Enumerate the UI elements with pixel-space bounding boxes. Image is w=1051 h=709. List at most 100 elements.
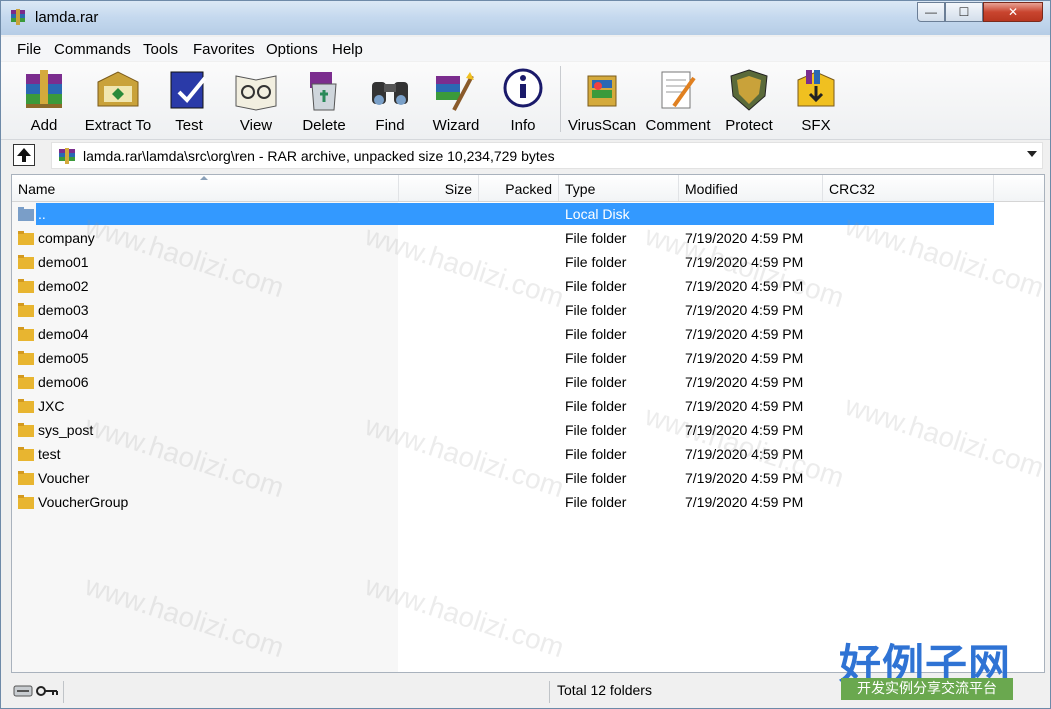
row-modified: 7/19/2020 4:59 PM [685, 302, 804, 318]
up-arrow-icon [17, 148, 31, 162]
menu-options[interactable]: Options [264, 41, 320, 58]
find-label: Find [375, 117, 405, 134]
delete-icon [310, 72, 337, 111]
protect-icon [730, 69, 768, 111]
table-row[interactable]: demo03 File folder 7/19/2020 4:59 PM [12, 298, 1044, 322]
status-separator [549, 681, 550, 703]
view-button[interactable]: View [225, 64, 287, 136]
toolbar: Add Extract To Test View Delete Find Wiz… [1, 62, 1050, 140]
table-row[interactable]: demo04 File folder 7/19/2020 4:59 PM [12, 322, 1044, 346]
sfx-label: SFX [801, 117, 831, 134]
wizard-icon [436, 72, 474, 111]
column-size[interactable]: Size [399, 175, 479, 201]
table-row[interactable]: demo01 File folder 7/19/2020 4:59 PM [12, 250, 1044, 274]
delete-button[interactable]: Delete [293, 64, 355, 136]
folder-icon [18, 255, 34, 269]
row-modified: 7/19/2020 4:59 PM [685, 494, 804, 510]
folder-icon [18, 471, 34, 485]
table-row[interactable]: demo06 File folder 7/19/2020 4:59 PM [12, 370, 1044, 394]
column-crc32-label: CRC32 [829, 181, 875, 197]
test-icon [170, 71, 207, 109]
table-row[interactable]: JXC File folder 7/19/2020 4:59 PM [12, 394, 1044, 418]
sfx-button[interactable]: SFX [787, 64, 845, 136]
test-button[interactable]: Test [161, 64, 217, 136]
virusscan-button[interactable]: VirusScan [567, 64, 637, 136]
row-type: File folder [565, 374, 627, 390]
menu-favorites[interactable]: Favorites [191, 41, 257, 58]
row-name: test [38, 446, 61, 462]
rar-archive-icon [59, 148, 75, 164]
folder-icon [18, 495, 34, 509]
row-name: demo03 [38, 302, 89, 318]
sfx-icon [797, 70, 835, 107]
menu-help[interactable]: Help [330, 41, 365, 58]
table-row[interactable]: VoucherGroup File folder 7/19/2020 4:59 … [12, 490, 1044, 514]
comment-label: Comment [645, 117, 711, 134]
info-button[interactable]: Info [495, 64, 551, 136]
menu-commands[interactable]: Commands [52, 41, 133, 58]
column-packed-label: Packed [505, 181, 552, 197]
row-name: Voucher [38, 470, 90, 486]
row-name: demo01 [38, 254, 89, 270]
row-modified: 7/19/2020 4:59 PM [685, 230, 804, 246]
menu-bar: File Commands Tools Favorites Options He… [1, 37, 1050, 61]
chevron-down-icon[interactable] [1027, 151, 1037, 157]
comment-icon [661, 71, 696, 109]
address-field[interactable]: lamda.rar\lamda\src\org\ren - RAR archiv… [51, 142, 1043, 169]
row-type: File folder [565, 302, 627, 318]
row-modified: 7/19/2020 4:59 PM [685, 374, 804, 390]
row-type: File folder [565, 446, 627, 462]
find-button[interactable]: Find [361, 64, 419, 136]
menu-tools[interactable]: Tools [141, 41, 180, 58]
row-modified: 7/19/2020 4:59 PM [685, 422, 804, 438]
menu-file[interactable]: File [15, 41, 43, 58]
protect-label: Protect [725, 117, 773, 134]
test-label: Test [175, 117, 203, 134]
winrar-app-icon [11, 9, 25, 25]
add-button[interactable]: Add [11, 64, 77, 136]
minimize-button[interactable]: — [917, 2, 945, 22]
wizard-label: Wizard [432, 117, 480, 134]
row-name: .. [38, 206, 46, 222]
parent-folder-icon [18, 207, 34, 221]
file-list[interactable]: Name Size Packed Type Modified CRC32 .. … [11, 174, 1045, 673]
extract-to-button[interactable]: Extract To [81, 64, 155, 136]
table-row[interactable]: demo05 File folder 7/19/2020 4:59 PM [12, 346, 1044, 370]
add-label: Add [30, 117, 58, 134]
row-type: File folder [565, 326, 627, 342]
comment-button[interactable]: Comment [641, 64, 715, 136]
folder-icon [18, 423, 34, 437]
row-modified: 7/19/2020 4:59 PM [685, 446, 804, 462]
virusscan-icon [587, 75, 617, 107]
folder-icon [18, 231, 34, 245]
maximize-button[interactable]: ☐ [945, 2, 983, 22]
column-crc32[interactable]: CRC32 [823, 175, 994, 201]
column-packed[interactable]: Packed [479, 175, 559, 201]
row-type: File folder [565, 230, 627, 246]
folder-icon [18, 351, 34, 365]
row-name: JXC [38, 398, 65, 414]
wizard-button[interactable]: Wizard [425, 64, 487, 136]
file-rows: .. Local Disk company File folder 7/19/2… [12, 202, 1044, 514]
column-type[interactable]: Type [559, 175, 679, 201]
row-type: File folder [565, 422, 627, 438]
column-modified[interactable]: Modified [679, 175, 823, 201]
close-button[interactable]: ✕ [983, 2, 1043, 22]
window-title: lamda.rar [35, 9, 99, 26]
protect-button[interactable]: Protect [719, 64, 779, 136]
up-folder-button[interactable] [13, 144, 35, 166]
sort-ascending-icon [200, 176, 208, 180]
row-modified: 7/19/2020 4:59 PM [685, 254, 804, 270]
table-row[interactable]: test File folder 7/19/2020 4:59 PM [12, 442, 1044, 466]
row-name: company [38, 230, 95, 246]
extract-icon [97, 71, 139, 107]
toolbar-separator [560, 66, 561, 132]
title-bar[interactable]: lamda.rar — ☐ ✕ [1, 1, 1050, 35]
table-row[interactable]: sys_post File folder 7/19/2020 4:59 PM [12, 418, 1044, 442]
table-row[interactable]: Voucher File folder 7/19/2020 4:59 PM [12, 466, 1044, 490]
table-row[interactable]: demo02 File folder 7/19/2020 4:59 PM [12, 274, 1044, 298]
table-row[interactable]: company File folder 7/19/2020 4:59 PM [12, 226, 1044, 250]
table-row-parent[interactable]: .. Local Disk [12, 202, 1044, 226]
row-name: demo06 [38, 374, 89, 390]
drive-key-icon[interactable] [13, 683, 61, 699]
